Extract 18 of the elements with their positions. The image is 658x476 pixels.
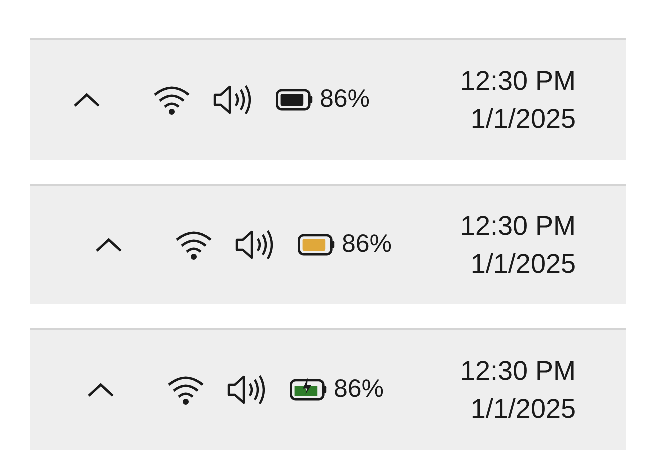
clock-time[interactable]: 12:30 PM (460, 352, 576, 390)
speaker-icon[interactable] (234, 229, 276, 261)
wifi-icon[interactable] (174, 229, 214, 261)
clock-time[interactable]: 12:30 PM (460, 207, 576, 245)
wifi-icon[interactable] (152, 84, 192, 116)
chevron-up-icon[interactable] (72, 91, 102, 109)
chevron-up-icon[interactable] (86, 381, 116, 399)
clock-date[interactable]: 1/1/2025 (470, 100, 576, 138)
battery-percentage: 86% (320, 84, 370, 116)
clock-date[interactable]: 1/1/2025 (470, 245, 576, 283)
speaker-icon[interactable] (212, 84, 254, 116)
battery-percentage: 86% (342, 229, 392, 260)
clock-time[interactable]: 12:30 PM (460, 62, 576, 100)
clock-date[interactable]: 1/1/2025 (470, 390, 576, 428)
battery-percentage: 86% (334, 374, 384, 406)
chevron-up-icon[interactable] (94, 236, 124, 254)
speaker-icon[interactable] (226, 374, 268, 406)
wifi-icon[interactable] (166, 374, 206, 406)
